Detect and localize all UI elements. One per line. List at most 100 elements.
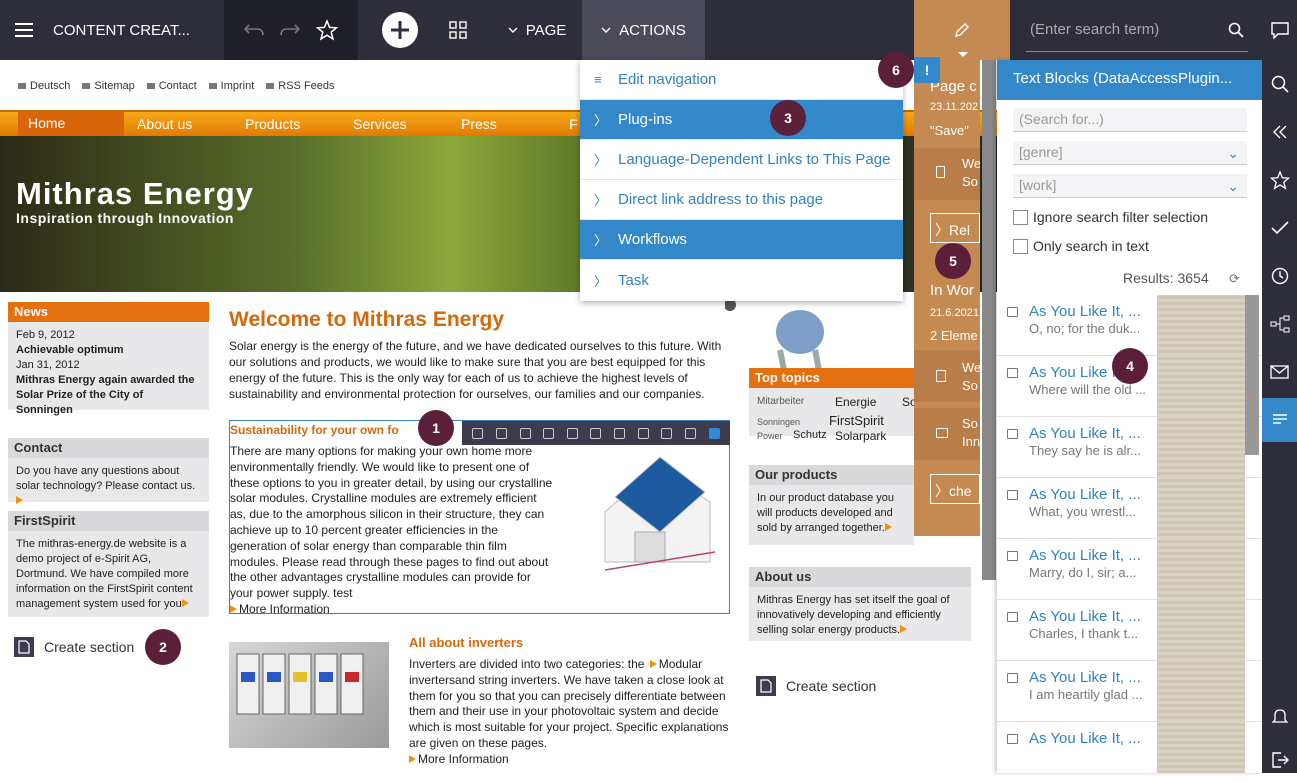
redo-icon[interactable] [280, 23, 300, 37]
add-button[interactable] [380, 0, 420, 60]
work-select[interactable]: [work] ⌄ [1013, 174, 1247, 198]
grid-view-button[interactable] [440, 0, 476, 60]
nav-item-press[interactable]: Press [461, 116, 497, 132]
add-before-icon[interactable] [661, 427, 673, 439]
inverters-more-link[interactable]: More Information [418, 752, 509, 766]
arrow-right-icon[interactable] [16, 495, 25, 507]
edit-icon[interactable] [495, 427, 507, 439]
arrow-right-icon[interactable] [900, 624, 909, 636]
search-button[interactable] [1262, 62, 1297, 106]
nav-item-more[interactable]: F [569, 116, 578, 132]
favorites-button[interactable] [1262, 158, 1297, 202]
list-item[interactable]: As You Like It, ... Charles, I thank t... [997, 600, 1262, 661]
create-section-right-button[interactable]: Create section [756, 676, 876, 696]
add-after-icon[interactable] [684, 427, 696, 439]
tag-energie[interactable]: Energie [835, 395, 876, 409]
page-menu-button[interactable]: PAGE [496, 0, 578, 60]
tag-firstspirit[interactable]: FirstSpirit [829, 413, 884, 428]
utility-link-contact[interactable]: Contact [146, 80, 197, 92]
logout-button[interactable] [1262, 738, 1297, 782]
create-section-left-button[interactable]: Create section [14, 637, 134, 657]
history-icon[interactable] [543, 427, 555, 439]
arrow-up-icon[interactable] [637, 427, 649, 439]
workflow-item-2[interactable]: We So [914, 350, 980, 402]
more-information-link[interactable]: More Information [239, 602, 330, 616]
text-block-icon[interactable] [708, 427, 720, 439]
messages-button[interactable] [1262, 350, 1297, 394]
structure-button[interactable] [1262, 302, 1297, 346]
arrow-right-icon [650, 657, 659, 671]
global-search[interactable]: (Enter search term) [1026, 8, 1248, 52]
list-item[interactable]: As You Like It, ... What, you wrestl... [997, 478, 1262, 539]
list-item[interactable]: As You Like It, ... O, no; for the duk... [997, 295, 1262, 356]
warning-indicator[interactable]: ! [914, 57, 940, 83]
collapse-button[interactable] [1262, 110, 1297, 154]
text-blocks-header: Text Blocks (DataAccessPlugin... [997, 60, 1262, 100]
list-item[interactable]: As You Like It, ... [997, 722, 1262, 773]
nav-item-services[interactable]: Services [353, 116, 407, 132]
history-button[interactable] [1262, 254, 1297, 298]
our-products-text: In our product database you will product… [757, 492, 894, 534]
list-item[interactable]: As You Like It, ... I am heartily glad ..… [997, 661, 1262, 722]
menu-item-workflows[interactable]: 〉 Workflows [580, 220, 903, 260]
tag-sonningen[interactable]: Sonningen [757, 417, 800, 427]
modular-link[interactable]: Modular [659, 657, 702, 671]
results-scrollbar[interactable] [1245, 295, 1259, 455]
menu-item-task[interactable]: 〉 Task [580, 260, 903, 300]
document-icon [208, 83, 217, 89]
refresh-icon[interactable]: ⟳ [1229, 271, 1240, 287]
search-icon[interactable] [1228, 22, 1244, 38]
move-icon[interactable] [472, 427, 484, 439]
inverter-image [229, 642, 389, 748]
menu-item-plug-ins[interactable]: 〉 Plug-ins [580, 100, 903, 140]
contact-text: Do you have any questions about solar te… [16, 465, 196, 492]
utility-link-rss[interactable]: RSS Feeds [266, 80, 335, 92]
tag-power[interactable]: Power [757, 431, 783, 441]
menu-item-language-links[interactable]: 〉 Language-Dependent Links to This Page [580, 140, 903, 180]
tag-schutz[interactable]: Schutz [793, 429, 827, 441]
utility-link-sitemap[interactable]: Sitemap [82, 80, 135, 92]
utility-link-deutsch[interactable]: Deutsch [18, 80, 70, 92]
comments-button[interactable] [1262, 8, 1297, 52]
release-button[interactable]: 〉Rel [930, 213, 980, 243]
plus-circle-icon [381, 11, 419, 49]
nav-item-products[interactable]: Products [245, 116, 300, 132]
text-blocks-button[interactable] [1262, 398, 1297, 442]
tasks-button[interactable] [1262, 206, 1297, 250]
tag-mitarbeiter[interactable]: Mitarbeiter [757, 396, 804, 407]
workflow-icon[interactable] [590, 427, 602, 439]
ignore-filter-checkbox[interactable]: Ignore search filter selection [1013, 209, 1208, 225]
news-headline-2[interactable]: Mithras Energy again awarded the Solar P… [16, 373, 201, 418]
text-blocks-panel: Text Blocks (DataAccessPlugin... (Search… [997, 60, 1262, 773]
hamburger-menu-button[interactable] [0, 0, 48, 60]
edit-mode-button[interactable] [914, 0, 1010, 60]
create-section-label: Create section [44, 639, 135, 655]
utility-link-imprint[interactable]: Imprint [208, 80, 254, 92]
chevron-down-icon[interactable] [614, 427, 626, 439]
global-search-input[interactable]: (Enter search term) [1030, 21, 1159, 38]
list-item[interactable]: As You Like It, ... They say he is alr... [997, 417, 1262, 478]
translate-icon[interactable] [519, 427, 531, 439]
workflow-item-1[interactable]: We So [914, 148, 980, 200]
star-icon[interactable] [316, 19, 338, 41]
text-blocks-search-input[interactable]: (Search for...) [1013, 108, 1247, 132]
check-button[interactable]: 〉che [930, 474, 980, 504]
delete-icon[interactable] [566, 427, 578, 439]
actions-menu-button[interactable]: ACTIONS [582, 0, 705, 60]
arrow-right-icon[interactable] [885, 522, 894, 534]
notifications-button[interactable] [1262, 694, 1297, 738]
workflow-item-3[interactable]: So Inn [914, 408, 980, 460]
undo-icon[interactable] [244, 23, 264, 37]
welcome-text: Solar energy is the energy of the future… [229, 339, 722, 401]
tag-solarpark[interactable]: Solarpark [835, 429, 886, 443]
workflow-scrollbar[interactable] [982, 60, 996, 580]
nav-item-about[interactable]: About us [137, 116, 192, 132]
list-item[interactable]: As You Like It, ... Marry, do I, sir; a..… [997, 539, 1262, 600]
arrow-right-icon[interactable] [182, 598, 191, 610]
only-text-checkbox[interactable]: Only search in text [1013, 238, 1149, 254]
news-headline-1[interactable]: Achievable optimum [16, 343, 201, 358]
menu-item-direct-link[interactable]: 〉 Direct link address to this page [580, 180, 903, 220]
genre-select[interactable]: [genre] ⌄ [1013, 141, 1247, 165]
menu-item-edit-navigation[interactable]: ≡ Edit navigation [580, 60, 903, 100]
nav-item-home[interactable]: Home [18, 112, 124, 136]
